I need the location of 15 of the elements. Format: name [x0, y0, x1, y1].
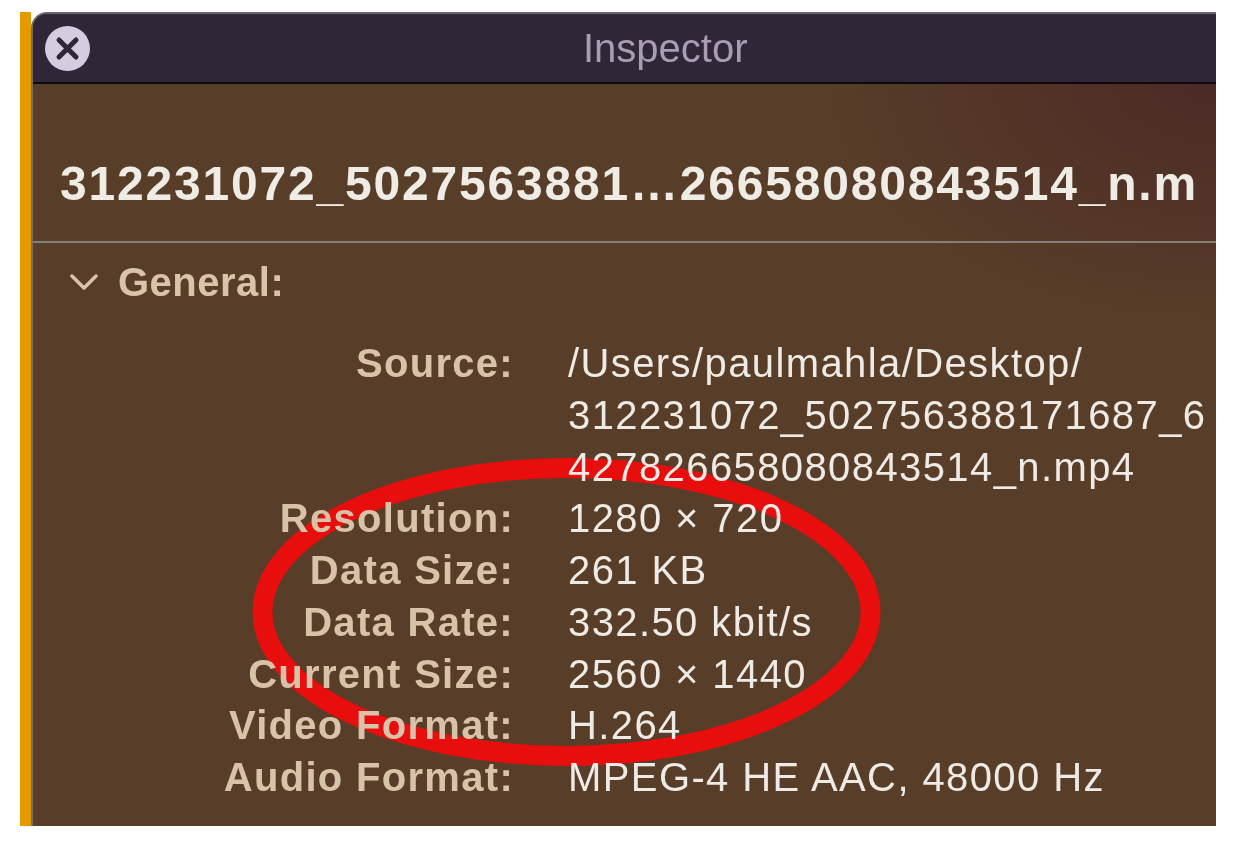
field-value: H.264: [568, 702, 682, 750]
field-value: 1280 × 720: [568, 495, 784, 543]
field-value: 2560 × 1440: [568, 650, 807, 698]
field-value: 332.50 kbit/s: [568, 598, 814, 646]
section-toggle[interactable]: General:: [70, 257, 285, 307]
field-label: Source:: [355, 340, 514, 387]
close-button[interactable]: [45, 25, 90, 71]
window-title: Inspector: [583, 25, 748, 72]
field-label: Data Size:: [309, 547, 514, 594]
field-label: Data Rate:: [303, 598, 514, 646]
close-icon: [45, 25, 90, 71]
field-value: MPEG-4 HE AAC, 48000 Hz: [568, 754, 1105, 801]
file-name: 312231072_5027563881…26658080843514_n.m: [59, 156, 1198, 212]
field-label: Audio Format:: [223, 754, 514, 801]
field-value: 261 KB: [568, 547, 708, 594]
